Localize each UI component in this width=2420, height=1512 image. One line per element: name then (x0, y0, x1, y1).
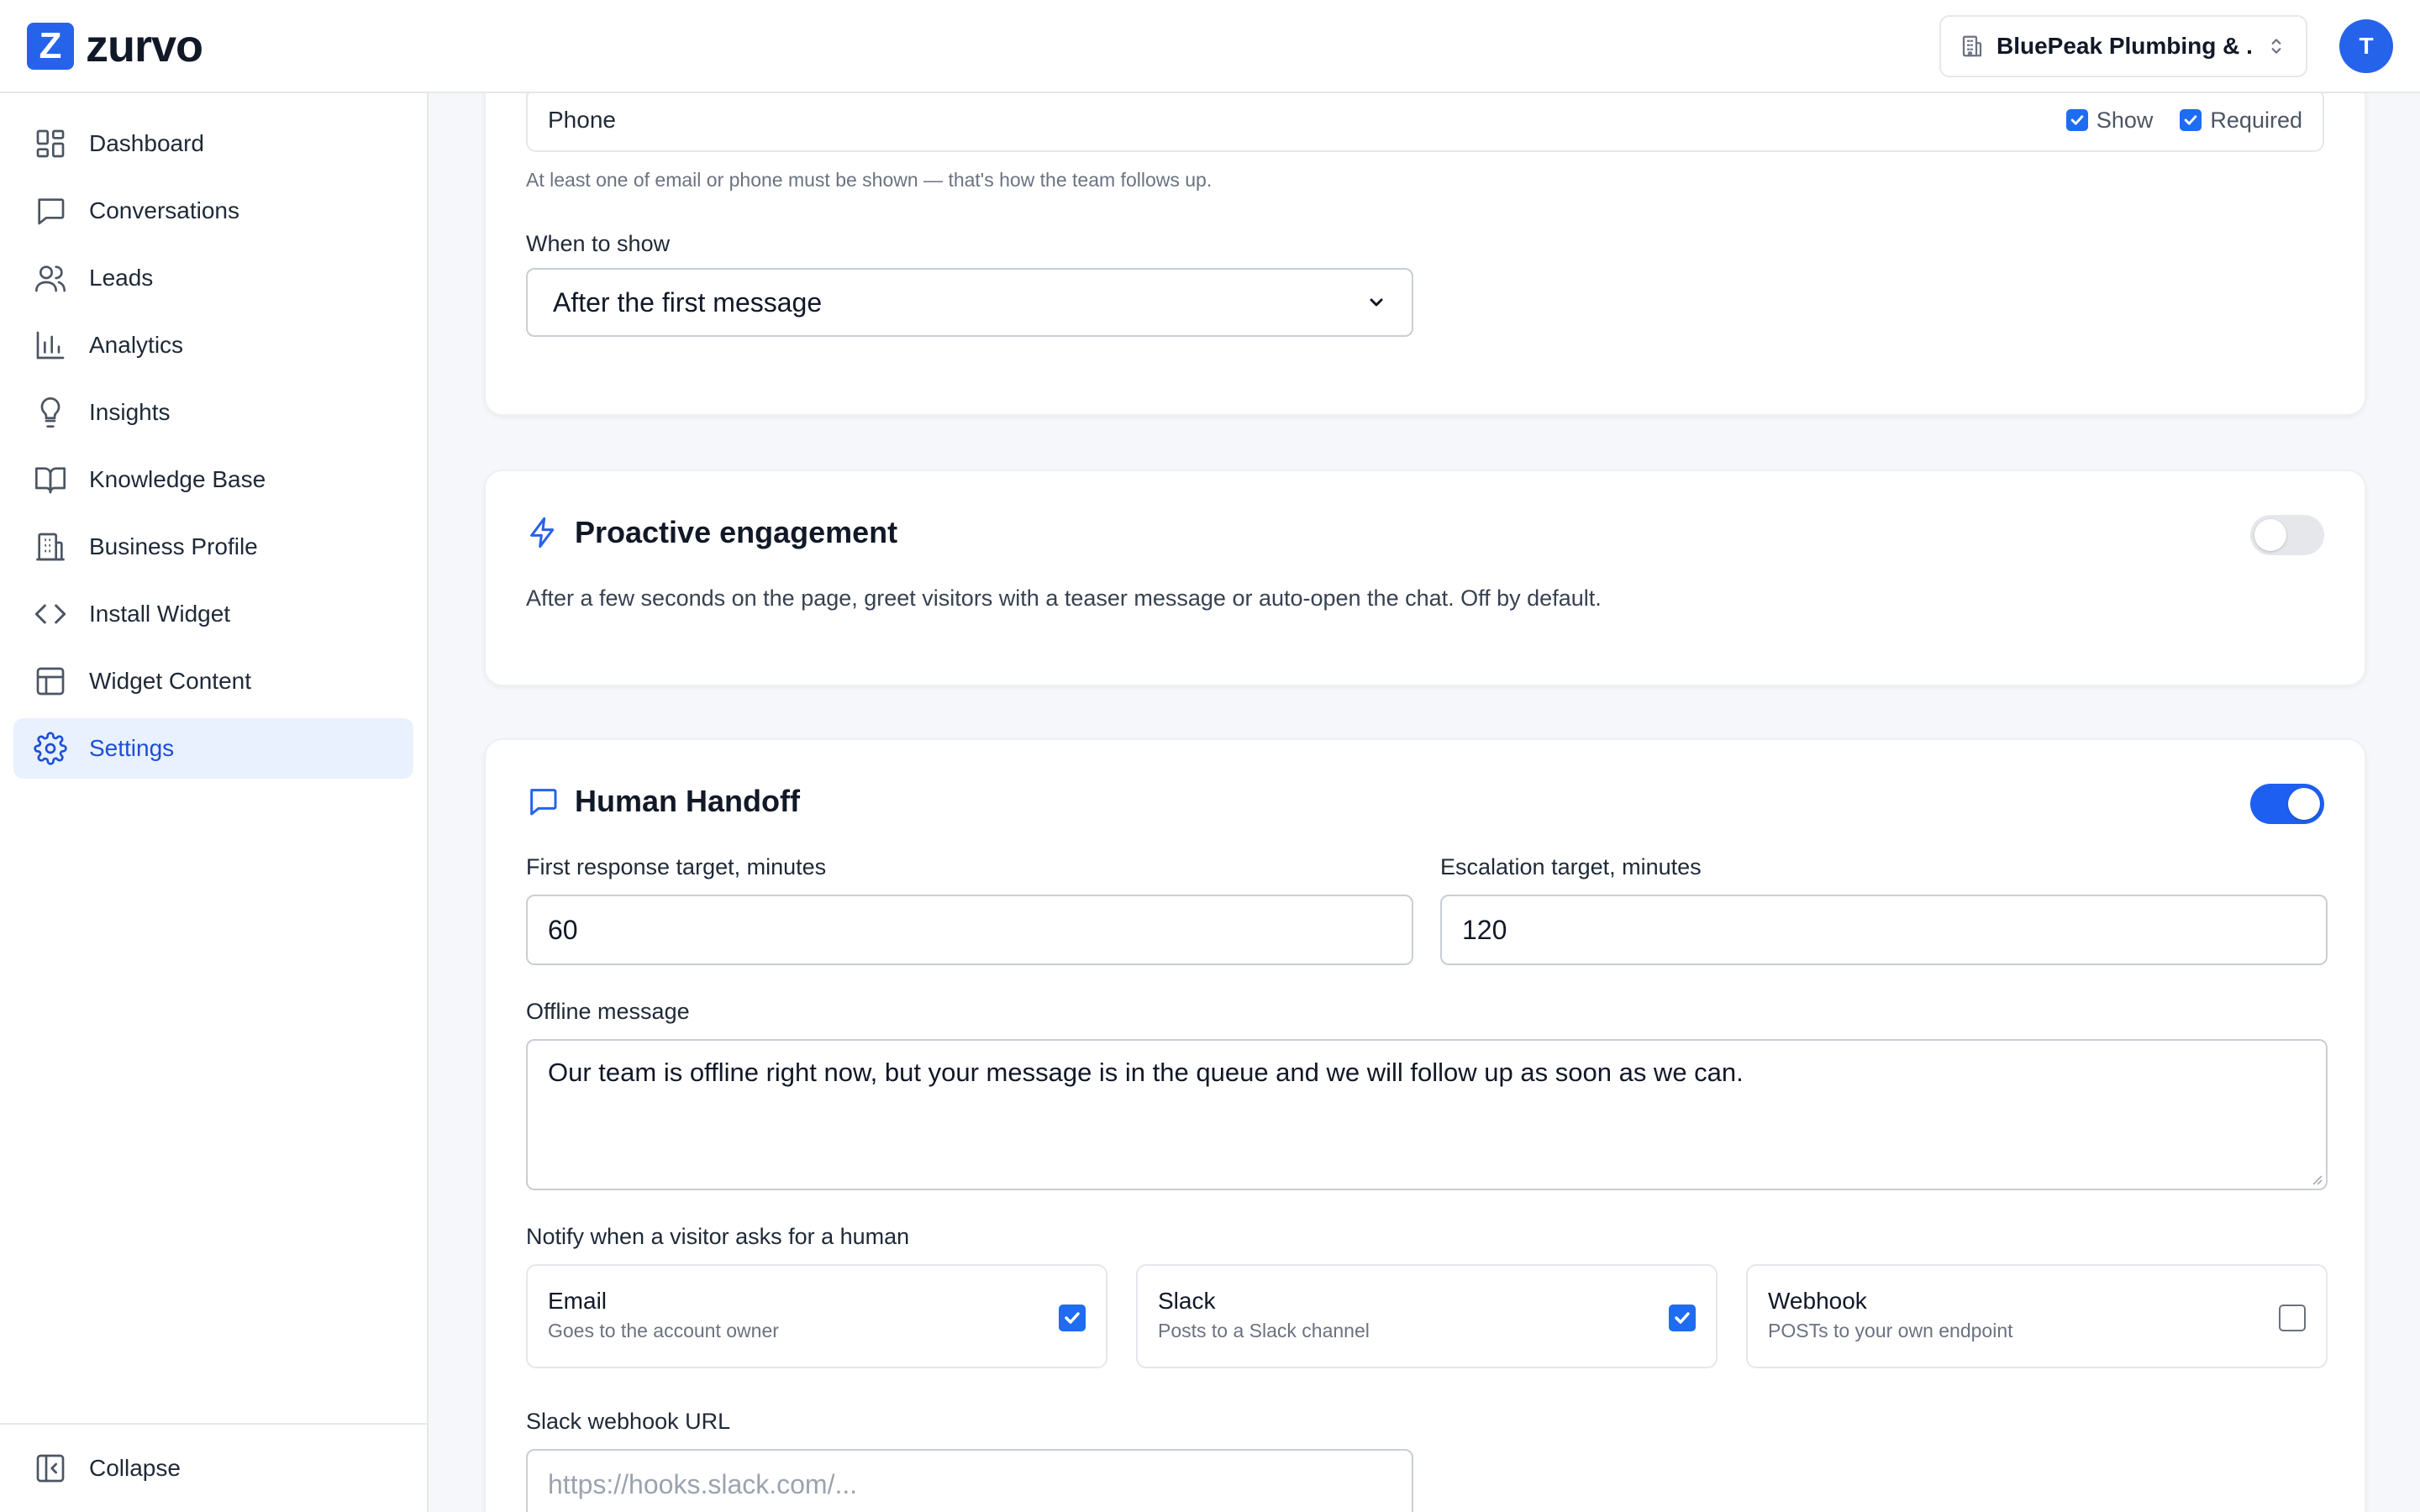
handoff-title: Human Handoff (575, 784, 800, 818)
sidebar-item-widget-content[interactable]: Widget Content (13, 651, 413, 711)
notify-webhook-option[interactable]: Webhook POSTs to your own endpoint (1746, 1264, 2328, 1368)
proactive-toggle[interactable] (2250, 515, 2324, 555)
notify-webhook-checkbox[interactable] (2279, 1305, 2306, 1331)
chat-bubble-icon (38, 198, 65, 225)
chat-bubble-icon (530, 789, 557, 816)
phone-field-label: Phone (548, 107, 616, 133)
dashboard-icon (36, 129, 65, 158)
sidebar-item-dashboard[interactable]: Dashboard (13, 113, 413, 174)
sidebar-item-analytics[interactable]: Analytics (13, 315, 413, 375)
handoff-toggle[interactable] (2250, 784, 2324, 824)
user-avatar[interactable]: T (2339, 18, 2393, 73)
chevron-down-icon (1370, 298, 1383, 307)
phone-field-row: Phone Show Required (526, 93, 2324, 152)
sidebar-item-settings[interactable]: Settings (13, 718, 413, 779)
notify-email-title: Email (548, 1288, 608, 1314)
business-switcher[interactable]: BluePeak Plumbing & ... (1939, 14, 2307, 77)
resize-handle-icon[interactable] (2309, 1172, 2323, 1185)
gear-icon (34, 732, 67, 765)
notify-email-checkbox[interactable] (1059, 1305, 1086, 1331)
toggle-knob (2254, 519, 2286, 551)
sidebar-item-label: Install Widget (89, 601, 231, 627)
building-icon (36, 533, 65, 561)
logo-mark: Z (27, 22, 74, 70)
checkbox-checked-icon (2180, 109, 2202, 131)
notify-label: Notify when a visitor asks for a human (526, 1224, 910, 1249)
sidebar-item-label: Conversations (89, 197, 239, 223)
collapse-label: Collapse (89, 1455, 181, 1481)
when-to-show-select[interactable]: After the first message (526, 268, 1413, 337)
sidebar-item-install-widget[interactable]: Install Widget (13, 584, 413, 644)
notify-webhook-title: Webhook (1768, 1288, 1867, 1314)
collapse-button[interactable]: Collapse (13, 1438, 413, 1499)
chevron-up-down-icon (2271, 38, 2281, 54)
building-icon (1962, 35, 1982, 56)
users-icon (35, 265, 66, 292)
sidebar-item-leads[interactable]: Leads (13, 248, 413, 308)
bar-chart-icon (36, 331, 65, 360)
slack-webhook-label: Slack webhook URL (526, 1409, 731, 1434)
phone-show-checkbox[interactable]: Show (2065, 107, 2154, 134)
when-to-show-value: After the first message (553, 286, 823, 318)
notify-email-subtitle: Goes to the account owner (548, 1320, 779, 1341)
offline-message-label: Offline message (526, 999, 690, 1024)
toggle-knob (2288, 788, 2320, 820)
proactive-engagement-card: Proactive engagement After a few seconds… (484, 470, 2366, 686)
notify-slack-checkbox[interactable] (1669, 1305, 1696, 1331)
escalation-value: 120 (1462, 914, 1507, 945)
escalation-label: Escalation target, minutes (1440, 854, 1702, 879)
brand-logo[interactable]: Z zurvo (27, 20, 203, 72)
top-bar: Z zurvo BluePeak Plumbing & ... T (0, 0, 2420, 93)
sidebar-item-knowledge-base[interactable]: Knowledge Base (13, 449, 413, 510)
sidebar-nav: Dashboard Conversations Leads Analytics … (0, 93, 427, 779)
when-to-show-label: When to show (526, 231, 671, 256)
collapse-sidebar-icon (36, 1454, 65, 1483)
notify-slack-title: Slack (1158, 1288, 1216, 1314)
notify-slack-option[interactable]: Slack Posts to a Slack channel (1136, 1264, 1718, 1368)
notify-email-option[interactable]: Email Goes to the account owner (526, 1264, 1107, 1368)
first-response-label: First response target, minutes (526, 854, 827, 879)
offline-message-textarea[interactable]: Our team is offline right now, but your … (526, 1039, 2328, 1190)
sidebar-item-label: Business Profile (89, 533, 258, 559)
contact-fields-hint: At least one of email or phone must be s… (526, 169, 1213, 191)
sidebar: Dashboard Conversations Leads Analytics … (0, 93, 429, 1512)
sidebar-item-business-profile[interactable]: Business Profile (13, 517, 413, 577)
sidebar-item-insights[interactable]: Insights (13, 382, 413, 443)
code-icon (34, 604, 66, 624)
first-response-input[interactable]: 60 (526, 895, 1413, 965)
lightning-icon (530, 517, 555, 549)
notify-slack-subtitle: Posts to a Slack channel (1158, 1320, 1370, 1341)
sidebar-item-label: Dashboard (89, 130, 204, 156)
slack-webhook-placeholder: https://hooks.slack.com/... (548, 1468, 858, 1499)
slack-webhook-input[interactable]: https://hooks.slack.com/... (526, 1449, 1413, 1512)
sidebar-item-label: Leads (89, 265, 154, 291)
proactive-header: Proactive engagement (526, 515, 2324, 550)
handoff-header: Human Handoff (526, 784, 2324, 819)
sidebar-item-label: Analytics (89, 332, 184, 358)
sidebar-footer: Collapse (0, 1423, 427, 1512)
sidebar-item-label: Widget Content (89, 668, 251, 694)
contact-capture-card: Phone Show Required At least one of emai… (484, 93, 2366, 416)
phone-show-label: Show (2096, 107, 2154, 133)
main-content[interactable]: Phone Show Required At least one of emai… (430, 93, 2420, 1512)
checkbox-checked-icon (2065, 109, 2088, 131)
offline-message-value: Our team is offline right now, but your … (548, 1058, 1744, 1087)
notify-webhook-subtitle: POSTs to your own endpoint (1768, 1320, 2013, 1341)
sidebar-item-label: Knowledge Base (89, 466, 266, 492)
layout-icon (36, 667, 65, 696)
sidebar-item-label: Insights (89, 399, 171, 425)
sidebar-item-conversations[interactable]: Conversations (13, 181, 413, 241)
proactive-description: After a few seconds on the page, greet v… (526, 585, 1602, 611)
phone-required-checkbox[interactable]: Required (2180, 108, 2302, 134)
first-response-value: 60 (548, 914, 578, 945)
business-name: BluePeak Plumbing & ... (1996, 32, 2254, 59)
sidebar-item-label: Settings (89, 735, 175, 761)
human-handoff-card: Human Handoff First response target, min… (484, 738, 2366, 1512)
phone-required-label: Required (2210, 107, 2302, 133)
proactive-title: Proactive engagement (575, 515, 898, 549)
brand-name: zurvo (86, 20, 203, 71)
book-open-icon (35, 467, 66, 494)
lightbulb-icon (40, 396, 60, 428)
escalation-input[interactable]: 120 (1440, 895, 2328, 965)
